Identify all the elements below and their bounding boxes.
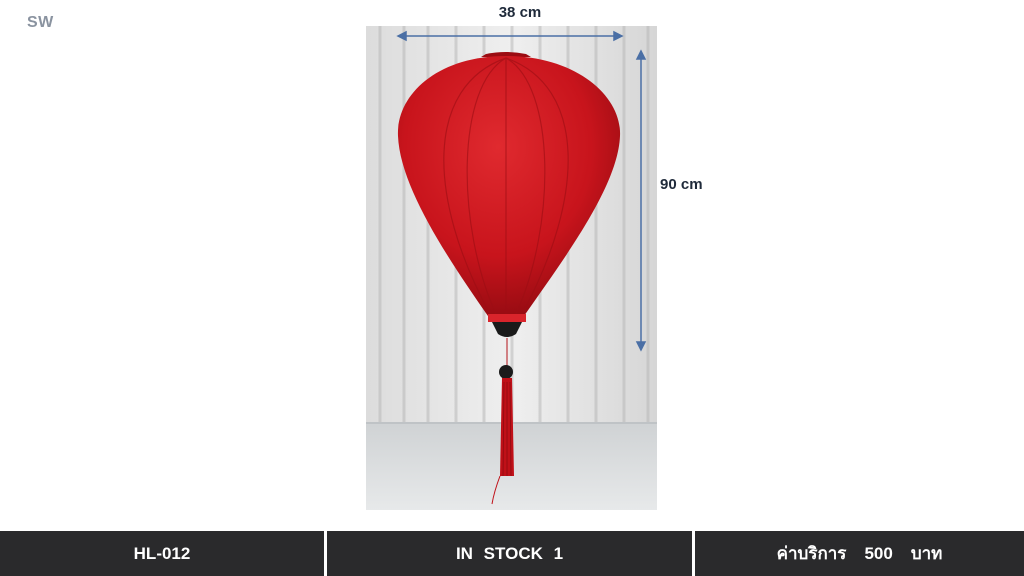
height-dimension-label: 90 cm bbox=[660, 176, 703, 193]
width-dimension-label: 38 cm bbox=[498, 4, 542, 21]
red-lantern-image bbox=[366, 26, 657, 510]
price-value: 500 bbox=[864, 543, 893, 563]
stock-status: IN STOCK 1 bbox=[327, 531, 692, 576]
product-photo bbox=[366, 26, 657, 510]
info-bar: HL-012 IN STOCK 1 ค่าบริการ 500 บาท bbox=[0, 531, 1024, 576]
product-code: HL-012 bbox=[0, 531, 324, 576]
price-unit: บาท bbox=[910, 544, 943, 563]
watermark-logo: SW bbox=[27, 14, 54, 31]
service-price: ค่าบริการ 500 บาท bbox=[695, 531, 1024, 576]
product-slide: SW 38 cm 90 cm HL-012 IN STOCK 1 ค่าบริก… bbox=[0, 0, 1024, 576]
price-prefix: ค่าบริการ bbox=[776, 544, 847, 563]
